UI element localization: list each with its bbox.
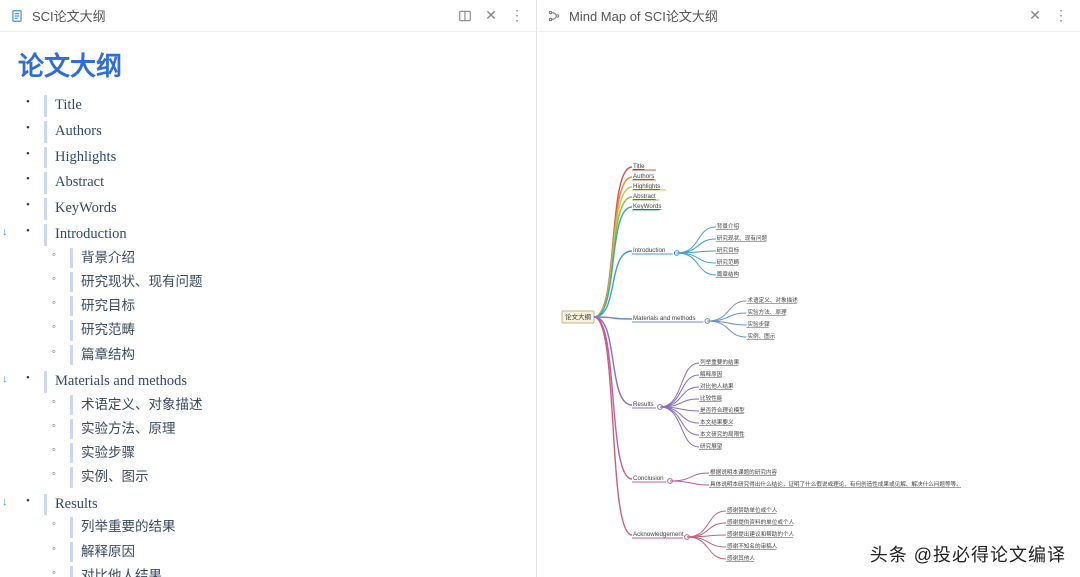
outline-subitem[interactable]: 术语定义、对象描述	[70, 393, 518, 417]
mindmap-branch-label[interactable]: Abstract	[633, 193, 656, 200]
document-icon	[10, 9, 24, 23]
collapse-arrow-icon[interactable]: ↓	[2, 226, 16, 240]
outline-label: KeyWords	[44, 198, 117, 220]
mindmap-leaf-label[interactable]: 是否符合理论模型	[700, 406, 745, 414]
mindmap-leaf-label[interactable]: 研究范畴	[717, 258, 740, 266]
left-tab-header: SCI论文大纲 ✕ ⋮	[0, 0, 536, 32]
mindmap-leaf-label[interactable]: 研究现状、现有问题	[717, 234, 768, 242]
outline-subitem[interactable]: 研究目标	[70, 294, 518, 318]
mindmap-branch-label[interactable]: Results	[633, 401, 654, 408]
outline-subitem[interactable]: 篇章结构	[70, 343, 518, 367]
outline-subitem[interactable]: 列举重要的结果	[70, 515, 518, 539]
mindmap-leaf-label[interactable]: 比较性能	[700, 394, 723, 402]
outline-label: Results	[44, 494, 98, 516]
outline-sublabel: 实验方法、原理	[70, 419, 176, 439]
mindmap-leaf-label[interactable]: 解释原因	[700, 370, 723, 378]
mindmap-branch-label[interactable]: Authors	[633, 173, 654, 180]
collapse-arrow-icon[interactable]: ↓	[2, 496, 16, 510]
mindmap-leaf-label[interactable]: 本文结果要义	[700, 418, 734, 426]
mindmap-leaf-label[interactable]: 根据说明本课题的研究内容	[710, 468, 778, 476]
outline-item[interactable]: Highlights	[44, 145, 518, 171]
right-pane: Mind Map of SCI论文大纲 ✕ ⋮ 论文大纲 Title Authors…	[537, 0, 1080, 577]
outline-item[interactable]: KeyWords	[44, 196, 518, 222]
right-tab-title: Mind Map of SCI论文大纲	[569, 6, 718, 25]
outline-item[interactable]: Title	[44, 93, 518, 119]
mindmap-leaf-label[interactable]: 实验方法、原理	[747, 308, 787, 316]
outline-root: TitleAuthorsHighlightsAbstractKeyWords↓I…	[18, 93, 518, 577]
mindmap-leaf-label[interactable]: 篇章结构	[717, 270, 740, 278]
outline-sublabel: 解释原因	[70, 542, 135, 562]
mindmap-leaf-label[interactable]: 背景介绍	[717, 222, 740, 230]
watermark-text: 头条 @投必得论文编译	[870, 541, 1066, 567]
mindmap-leaf-label[interactable]: 感谢赞助单位或个人	[727, 506, 778, 514]
mindmap-leaf-label[interactable]: 感谢提供资料的单位或个人	[727, 518, 795, 526]
outline-item[interactable]: Authors	[44, 119, 518, 145]
collapse-arrow-icon[interactable]: ↓	[2, 373, 16, 387]
mindmap-leaf-label[interactable]: 研究展望	[700, 442, 723, 450]
outline-subitem[interactable]: 实例、图示	[70, 465, 518, 489]
mindmap-branch-label[interactable]: Introduction	[633, 247, 666, 254]
split-view-icon[interactable]	[456, 7, 474, 25]
mindmap-branch-label[interactable]: Materials and methods	[633, 315, 696, 322]
mindmap-icon	[547, 9, 561, 23]
outline-sublabel: 术语定义、对象描述	[70, 395, 203, 415]
mindmap-branch-label[interactable]: Highlights	[633, 183, 660, 190]
outline-sublabel: 研究范畴	[70, 320, 135, 340]
outline-subitem[interactable]: 对比他人结果	[70, 564, 518, 577]
mindmap-leaf-label[interactable]: 实验步骤	[747, 320, 770, 328]
outline-subitem[interactable]: 研究现状、现有问题	[70, 270, 518, 294]
outline-sublabel: 背景介绍	[70, 248, 135, 268]
mindmap-leaf-label[interactable]: 研究目标	[717, 246, 740, 254]
mindmap-leaf-label[interactable]: 术语定义、对象描述	[747, 296, 798, 304]
right-tab-header: Mind Map of SCI论文大纲 ✕ ⋮	[537, 0, 1080, 32]
outline-sublabel: 实例、图示	[70, 467, 149, 487]
mindmap-leaf-label[interactable]: 感谢不知名的审稿人	[727, 542, 778, 550]
outline-sublabel: 实验步骤	[70, 443, 135, 463]
outline-subitem[interactable]: 实验步骤	[70, 441, 518, 465]
mindmap-leaf-label[interactable]: 实例、图示	[747, 332, 775, 340]
outline-subitem[interactable]: 实验方法、原理	[70, 417, 518, 441]
mindmap-canvas[interactable]: 论文大纲 Title Authors Highlights Abstract KeyWor…	[537, 32, 1080, 577]
outline-item[interactable]: ↓Introduction背景介绍研究现状、现有问题研究目标研究范畴篇章结构	[44, 222, 518, 369]
outline-item[interactable]: Abstract	[44, 170, 518, 196]
more-left-icon[interactable]: ⋮	[508, 7, 526, 25]
outline-sublabel: 研究现状、现有问题	[70, 272, 203, 292]
outline-label: Introduction	[44, 224, 127, 246]
mindmap-leaf-label[interactable]: 感谢其他人	[727, 554, 755, 562]
mindmap-branch-label[interactable]: Conclusion	[633, 475, 664, 482]
mindmap-branch-label[interactable]: Title	[633, 163, 645, 170]
mindmap-root: 论文大纲	[565, 312, 591, 321]
outline-item[interactable]: ↓Results列举重要的结果解释原因对比他人结果比较性能是否符合理论模型	[44, 492, 518, 577]
outline-subitem[interactable]: 解释原因	[70, 540, 518, 564]
outline-sublabel: 篇章结构	[70, 345, 135, 365]
mindmap-leaf-label[interactable]: 列举重要的结果	[700, 358, 740, 366]
left-pane: SCI论文大纲 ✕ ⋮ 论文大纲 Title Authors Highlights A…	[0, 0, 537, 577]
outline-label: Title	[44, 95, 82, 117]
outline-item[interactable]: ↓Materials and methods术语定义、对象描述实验方法、原理实验…	[44, 369, 518, 492]
outline-subitem[interactable]: 背景介绍	[70, 246, 518, 270]
close-left-icon[interactable]: ✕	[482, 7, 500, 25]
outline-sublabel: 列举重要的结果	[70, 517, 176, 537]
outline-label: Highlights	[44, 147, 116, 169]
outline-label: Authors	[44, 121, 102, 143]
mindmap-leaf-label[interactable]: 感谢提出建议和帮助的个人	[727, 530, 795, 538]
close-right-icon[interactable]: ✕	[1026, 7, 1044, 25]
mindmap-leaf-label[interactable]: 本文研究的局限性	[700, 430, 745, 438]
document-body: 论文大纲 Title Authors Highlights Abstract KeyWo…	[0, 32, 536, 577]
mindmap-branch-label[interactable]: KeyWords	[633, 203, 661, 210]
mindmap-branch-label[interactable]: Acknowledgement	[633, 531, 684, 538]
outline-sublabel: 研究目标	[70, 296, 135, 316]
left-tab-title: SCI论文大纲	[32, 6, 106, 25]
outline-label: Materials and methods	[44, 371, 187, 393]
doc-title: 论文大纲	[18, 46, 518, 83]
outline-sublabel: 对比他人结果	[70, 566, 162, 577]
more-right-icon[interactable]: ⋮	[1052, 7, 1070, 25]
outline-subitem[interactable]: 研究范畴	[70, 318, 518, 342]
mindmap-leaf-label[interactable]: 具体说明本研究得出什么结论，证明了什么假说或理论、有何创造性成果或见解、解决什么…	[710, 480, 962, 488]
mindmap-leaf-label[interactable]: 对比他人结果	[700, 382, 734, 390]
outline-label: Abstract	[44, 172, 104, 194]
